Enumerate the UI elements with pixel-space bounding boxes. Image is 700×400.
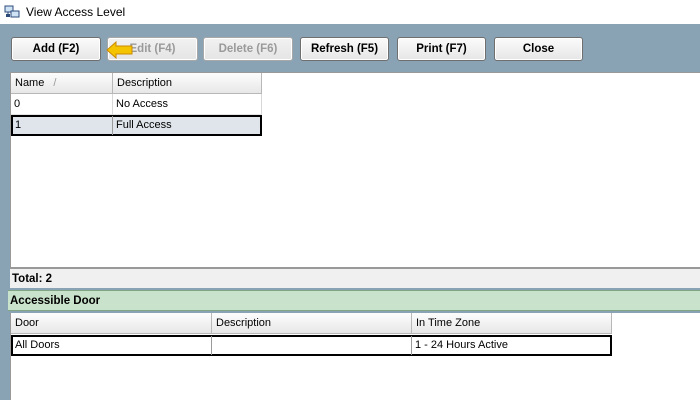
table-cell-door[interactable]: All Doors [12,336,212,355]
network-icon [4,4,20,20]
table-cell-time-zone[interactable]: 1 - 24 Hours Active [412,336,610,355]
table-cell-description[interactable] [212,336,412,355]
table-cell-name[interactable]: 1 [12,116,113,135]
total-count: 2 [45,273,53,285]
arrow-pointer-icon [106,40,136,60]
column-header-time-zone[interactable]: In Time Zone [412,313,612,334]
content-area: Add (F2) Edit (F4) Delete (F6) Refresh (… [0,24,700,400]
total-label: Total: [12,273,43,285]
toolbar: Add (F2) Edit (F4) Delete (F6) Refresh (… [0,24,700,68]
column-header-door[interactable]: Door [11,313,212,334]
sort-indicator-icon: / [53,77,57,89]
print-button[interactable]: Print (F7) [397,37,486,61]
window: View Access Level Add (F2) Edit (F4) Del… [0,0,700,400]
total-count-bar: Total: 2 [10,268,700,288]
access-level-grid: Name / Description 0 No Access 1 Full Ac… [10,72,700,268]
section-header: Accessible Door [8,290,700,311]
add-button[interactable]: Add (F2) [11,37,101,61]
table-cell-description[interactable]: No Access [113,94,262,115]
column-header-description[interactable]: Description [113,73,262,94]
column-header-name[interactable]: Name / [11,73,113,94]
table-cell-name[interactable]: 0 [11,94,113,115]
delete-button[interactable]: Delete (F6) [203,37,293,61]
title-bar: View Access Level [0,0,700,24]
refresh-button[interactable]: Refresh (F5) [300,37,389,61]
column-header-description[interactable]: Description [212,313,412,334]
door-grid: Door Description In Time Zone All Doors … [10,313,700,400]
close-button[interactable]: Close [494,37,583,61]
window-title: View Access Level [26,5,126,19]
table-cell-description[interactable]: Full Access [113,116,260,135]
